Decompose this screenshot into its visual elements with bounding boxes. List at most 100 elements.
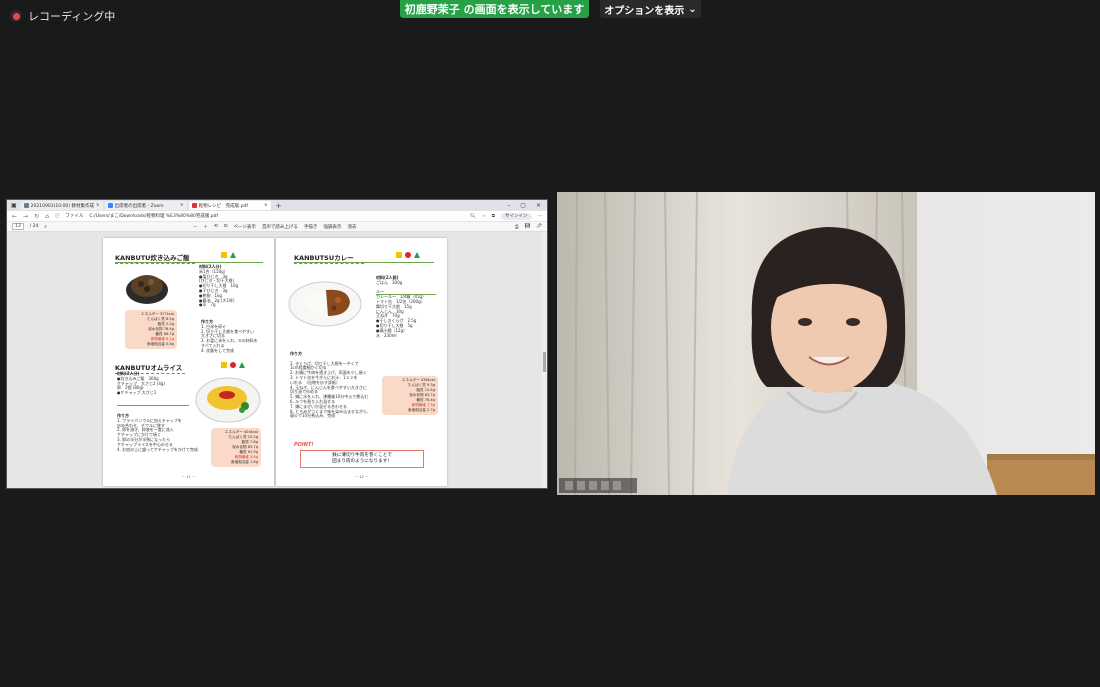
zoom-out-icon[interactable]: － bbox=[193, 224, 198, 230]
close-window-icon[interactable]: × bbox=[536, 202, 541, 209]
green-triangle-marker bbox=[414, 252, 420, 258]
tab-actions-icon[interactable]: ▣ bbox=[9, 202, 19, 209]
view-options-button[interactable]: オプションを表示 ⌄ bbox=[600, 0, 701, 18]
participant-video[interactable] bbox=[557, 192, 1095, 495]
nutrition-value: エネルギー 436kcal bbox=[401, 378, 435, 382]
ingredient: ●ケチャップ 大さじ1 bbox=[117, 390, 157, 396]
view-options-label: オプションを表示 bbox=[604, 5, 685, 17]
nutrition-box: エネルギー 404kcal たんぱく質 15.2g 脂質 7.8g 炭水化物 6… bbox=[211, 428, 261, 467]
browser-tab-3[interactable]: 乾物レシピ 完成版.pdf × bbox=[188, 201, 271, 210]
highlight-button[interactable]: 強調表示 bbox=[323, 224, 341, 230]
point-text: 麩に薄切り牛肉を巻くことで bbox=[332, 453, 392, 458]
method-step: 弱火で10分煮込み、完成 bbox=[290, 413, 336, 419]
address-bar: ← → ↻ ⌂ ⓘ ファイル C:/Users/まこ/Downloads/乾物料… bbox=[7, 211, 547, 222]
save-icon[interactable]: 💾︎ bbox=[525, 224, 531, 229]
browser-tab-bar: ▣ 20210903(10:00) 教材集作成打… × 出席者の出席者 - Zo… bbox=[7, 200, 547, 211]
url-prefix: ファイル bbox=[65, 214, 84, 219]
nutrition-value: 糖質 61.9g bbox=[239, 450, 258, 454]
method-section: 作り方 1. フライパンで①に加えチャップを 炒め合わせ、チワルに移す 2. 卵… bbox=[117, 413, 198, 452]
search-icon[interactable]: ⌕ bbox=[44, 224, 47, 230]
window-controls: – ▢ × bbox=[507, 202, 547, 209]
tab-label: 出席者の出席者 - Zoom bbox=[114, 203, 164, 209]
shared-screen[interactable]: ▣ 20210903(10:00) 教材集作成打… × 出席者の出席者 - Zo… bbox=[6, 199, 548, 489]
pdf-toolbar: 13 / 24 ⌕ － ＋ ⟲ ⊡ ページ表示 音声で読み上げる 手描き 強調表… bbox=[7, 222, 547, 232]
tab-close-icon[interactable]: × bbox=[180, 203, 184, 208]
yellow-square-marker bbox=[221, 252, 227, 258]
nutrition-value: 炭水化物 65.7g bbox=[232, 445, 258, 449]
ingredients-section: 材料(2人分) ●炊き込みご飯 300g ケチャップ 大さじ2 (4g) 卵 2… bbox=[117, 371, 165, 396]
nutrition-value: 食物繊維 6.1g bbox=[150, 337, 174, 341]
method-section: 作り方 1. きくらげ、切り干し大根を一やくで 1cm程度細かく切る 2. お鍋… bbox=[290, 351, 371, 419]
browser-tab-2[interactable]: 出席者の出席者 - Zoom × bbox=[104, 201, 187, 210]
back-icon[interactable]: ← bbox=[12, 213, 17, 220]
divider bbox=[117, 405, 189, 406]
method-step: 4. 炊飯をして完成 bbox=[201, 347, 234, 353]
nutrition-value: 糖質 76.4g bbox=[416, 398, 435, 402]
curry-dish-photo bbox=[288, 281, 362, 327]
maximize-icon[interactable]: ▢ bbox=[520, 202, 526, 209]
page-number-input[interactable]: 13 bbox=[12, 223, 24, 230]
info-icon[interactable]: ⓘ bbox=[55, 213, 60, 219]
tab-pdf-icon bbox=[191, 203, 197, 208]
point-text: 固まり肉のようになります！ bbox=[332, 459, 392, 464]
chevron-down-icon: ⌄ bbox=[688, 3, 697, 15]
yellow-square-marker bbox=[221, 362, 227, 368]
print-icon[interactable]: ⎙ bbox=[515, 224, 519, 230]
read-aloud-button[interactable]: 音声で読み上げる bbox=[262, 224, 298, 230]
nutrition-box: エネルギー 377kcal たんぱく質 8.5g 脂質 2.2g 炭水化物 78… bbox=[125, 310, 177, 349]
divider bbox=[294, 262, 434, 263]
omurice-dish-photo bbox=[195, 377, 261, 423]
point-label: POINT! bbox=[294, 442, 314, 448]
new-tab-icon[interactable]: + bbox=[273, 202, 285, 210]
browser-tab-1[interactable]: 20210903(10:00) 教材集作成打… × bbox=[20, 201, 103, 210]
pdf-viewer[interactable]: KANBUTU炊き込みご飯 材料(2人分) 米1合（150g） ●塩ひじき 3g… bbox=[7, 232, 547, 488]
favorite-star-icon[interactable]: ☆ bbox=[482, 214, 486, 219]
zoom-in-icon[interactable]: ＋ bbox=[203, 224, 208, 230]
participant-name-tag bbox=[559, 478, 637, 493]
record-dot-icon bbox=[10, 10, 22, 22]
erase-button[interactable]: 消去 bbox=[347, 224, 356, 230]
ingredient: ●水 7g bbox=[199, 302, 216, 308]
red-circle-marker bbox=[405, 252, 411, 258]
recording-indicator: レコーディング中 bbox=[10, 8, 115, 24]
home-icon[interactable]: ⌂ bbox=[45, 213, 49, 220]
nutrition-value: 炭水化物 78.4g bbox=[148, 327, 174, 331]
food-group-markers bbox=[396, 252, 420, 258]
page-view-button[interactable]: ページ表示 bbox=[234, 224, 256, 230]
page-number: － 12 － bbox=[354, 475, 369, 479]
red-circle-marker bbox=[230, 362, 236, 368]
tab-close-icon[interactable]: × bbox=[96, 203, 100, 208]
ingredient: 水 230ml bbox=[376, 332, 397, 338]
pdf-page-12: KANBUTSUカレー 材料(2人前) ごはん 300g ルー カレールー 1/… bbox=[276, 238, 447, 486]
pdf-scrollbar[interactable] bbox=[542, 232, 547, 488]
participant-video-feed bbox=[557, 192, 1095, 495]
zoom-icon[interactable]: 🔍︎ bbox=[470, 214, 476, 219]
pin-icon[interactable]: 📌︎ bbox=[536, 224, 542, 229]
nutrition-value: 食塩相当量 1.8g bbox=[230, 460, 258, 464]
more-menu-icon[interactable]: ⋯ bbox=[538, 214, 543, 219]
nutrition-value: 糖質 66.7g bbox=[155, 332, 174, 336]
nutrition-value: 脂質 2.2g bbox=[157, 322, 174, 326]
nutrition-value: エネルギー 377kcal bbox=[140, 312, 174, 316]
minimize-icon[interactable]: – bbox=[507, 202, 510, 209]
tab-close-icon[interactable]: × bbox=[264, 203, 268, 208]
collections-icon[interactable]: ⧉ bbox=[492, 213, 495, 219]
green-triangle-marker bbox=[239, 362, 245, 368]
nutrition-value: たんぱく質 8.5g bbox=[146, 317, 174, 321]
draw-button[interactable]: 手描き bbox=[304, 224, 318, 230]
divider bbox=[115, 262, 263, 263]
method-heading: 作り方 bbox=[290, 351, 302, 356]
forward-icon[interactable]: → bbox=[23, 213, 28, 220]
tab-label: 乾物レシピ 完成版.pdf bbox=[198, 203, 248, 209]
green-triangle-marker bbox=[230, 252, 236, 258]
signin-button[interactable]: サインイン bbox=[501, 212, 532, 220]
method-step: 4. お皿の上に盛ってケチャップをかけて完成 bbox=[117, 446, 198, 452]
url-field[interactable]: C:/Users/まこ/Downloads/乾物料理 %E3%80%80完成版.… bbox=[89, 213, 464, 219]
tab-favicon-icon bbox=[107, 203, 113, 208]
pdf-page-11: KANBUTU炊き込みご飯 材料(2人分) 米1合（150g） ●塩ひじき 3g… bbox=[103, 238, 274, 486]
point-box: 麩に薄切り牛肉を巻くことで 固まり肉のようになります！ bbox=[300, 450, 424, 468]
rotate-icon[interactable]: ⟲ bbox=[214, 224, 218, 229]
fit-page-icon[interactable]: ⊡ bbox=[224, 224, 228, 229]
food-group-markers bbox=[221, 252, 236, 258]
refresh-icon[interactable]: ↻ bbox=[34, 213, 39, 220]
